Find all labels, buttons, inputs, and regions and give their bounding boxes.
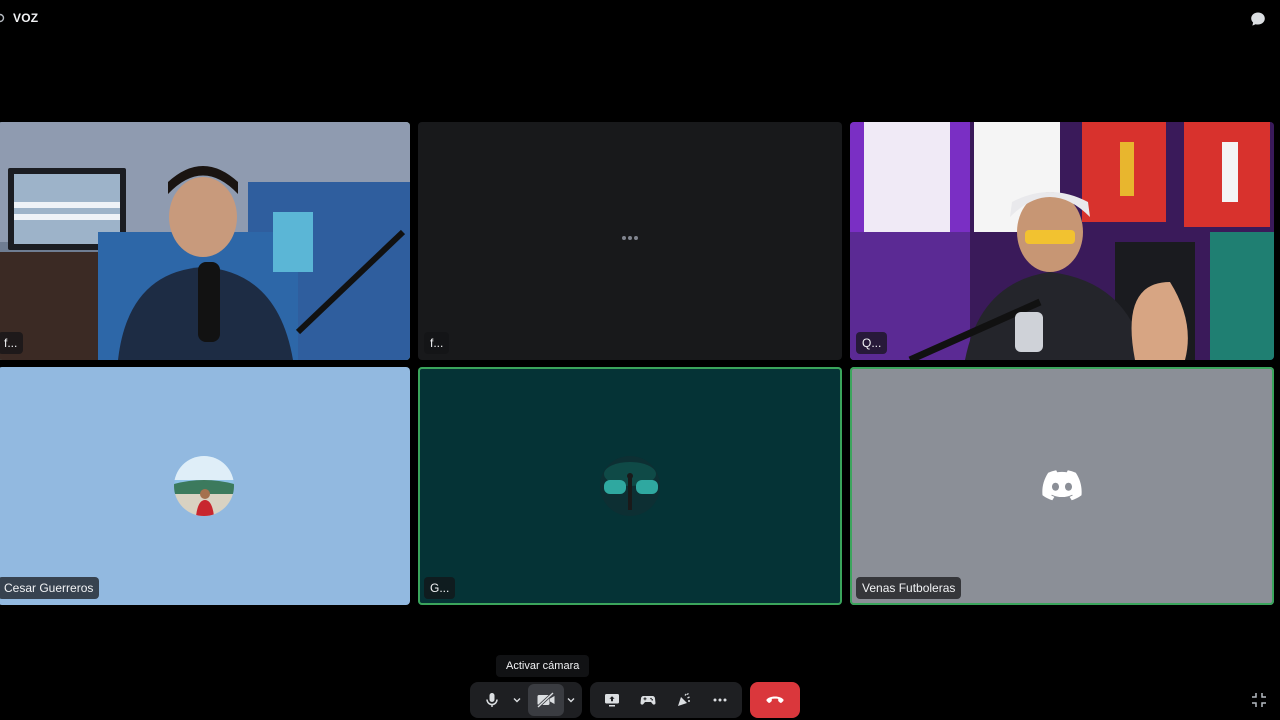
more-icon — [713, 698, 727, 702]
camera-toggle-button[interactable] — [528, 684, 564, 716]
participant-tile-6[interactable]: Venas Futboleras — [850, 367, 1274, 605]
activities-button[interactable] — [630, 684, 666, 716]
activity-controls — [590, 682, 742, 718]
screen-share-button[interactable] — [594, 684, 630, 716]
mute-button[interactable] — [474, 684, 510, 716]
participant-video-3 — [850, 122, 1274, 360]
participant-tile-5[interactable]: G... — [418, 367, 842, 605]
participant-name-6: Venas Futboleras — [856, 577, 962, 599]
hang-up-icon — [766, 696, 784, 703]
microphone-icon — [486, 693, 498, 707]
audio-options-button[interactable] — [510, 684, 524, 716]
video-options-button[interactable] — [564, 684, 578, 716]
participant-name-4: Cesar Guerreros — [0, 577, 100, 599]
participant-tile-1[interactable]: f... — [0, 122, 410, 360]
participant-name-2: f... — [424, 332, 450, 354]
participant-name-5: G... — [424, 577, 456, 599]
audio-video-controls — [470, 682, 582, 718]
channel-title: VOZ — [13, 11, 39, 25]
chevron-down-icon — [567, 698, 575, 703]
soundboard-icon — [678, 692, 690, 706]
participant-tile-2[interactable]: f... — [418, 122, 842, 360]
participant-name-3: Q... — [856, 332, 888, 354]
camera-off-icon — [536, 692, 555, 708]
soundboard-button[interactable] — [666, 684, 702, 716]
discord-logo-icon — [1042, 470, 1082, 501]
voice-call-window: VOZ f... f... Q... Cesar Guerreros G... … — [0, 0, 1280, 720]
participant-video-1 — [0, 122, 410, 360]
camera-tooltip: Activar cámara — [496, 655, 590, 677]
chevron-down-icon — [513, 698, 521, 703]
screen-share-icon — [605, 694, 619, 707]
participant-avatar-4 — [174, 456, 234, 516]
more-options-button[interactable] — [702, 684, 738, 716]
activities-icon — [640, 696, 656, 705]
speaker-icon — [0, 13, 5, 23]
participant-avatar-5 — [600, 456, 660, 516]
fullscreen-exit-icon[interactable] — [1251, 692, 1267, 708]
voice-channel-header: VOZ — [0, 0, 1280, 36]
participant-tile-4[interactable]: Cesar Guerreros — [0, 367, 410, 605]
participant-tile-3[interactable]: Q... — [850, 122, 1274, 360]
call-controls — [470, 682, 800, 718]
participant-name-1: f... — [0, 332, 24, 354]
loading-dots-icon — [622, 236, 638, 240]
disconnect-button[interactable] — [750, 682, 800, 718]
chat-bubble-icon[interactable] — [1250, 11, 1266, 27]
